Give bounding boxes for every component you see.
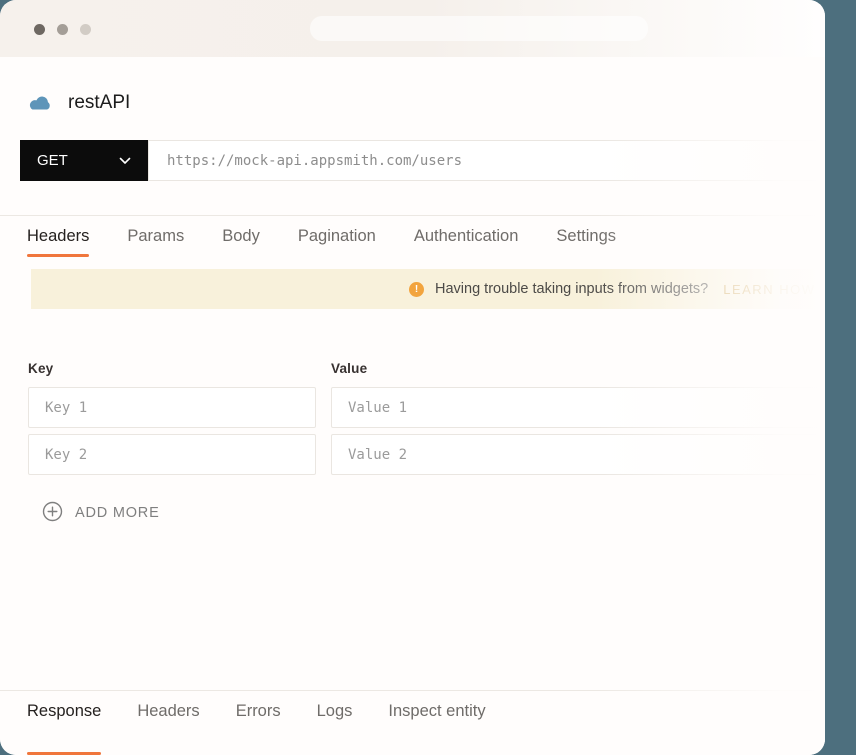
http-method-label: GET — [37, 152, 68, 169]
tab-authentication[interactable]: Authentication — [414, 227, 519, 257]
key-1-input[interactable] — [28, 387, 316, 428]
learn-how-link[interactable]: LEARN HOW — [723, 282, 815, 297]
banner-message: Having trouble taking inputs from widget… — [435, 281, 708, 297]
key-2-input[interactable] — [28, 434, 316, 475]
value-1-input[interactable] — [331, 387, 825, 428]
value-2-input[interactable] — [331, 434, 825, 475]
headers-key-value-section: Key Value — [28, 361, 825, 481]
api-url-input[interactable] — [148, 140, 825, 181]
address-bar-pill — [310, 16, 648, 41]
table-row — [28, 387, 825, 434]
add-more-button[interactable]: ADD MORE — [42, 501, 160, 525]
tab-logs[interactable]: Logs — [317, 702, 353, 755]
request-url-row: GET — [20, 140, 825, 181]
tab-pagination[interactable]: Pagination — [298, 227, 376, 257]
api-name-title: restAPI — [68, 92, 130, 114]
response-tabs: Response Headers Errors Logs Inspect ent… — [0, 690, 825, 755]
api-header: restAPI — [27, 91, 825, 115]
tab-response-headers[interactable]: Headers — [137, 702, 199, 755]
window-controls — [34, 24, 91, 35]
tab-params[interactable]: Params — [127, 227, 184, 257]
http-method-select[interactable]: GET — [20, 140, 148, 181]
warning-icon: ! — [409, 282, 424, 297]
tab-headers[interactable]: Headers — [27, 227, 89, 257]
chevron-down-icon — [119, 152, 131, 169]
window-minimize-button[interactable] — [57, 24, 68, 35]
key-column-header: Key — [28, 361, 316, 376]
window-maximize-button[interactable] — [80, 24, 91, 35]
api-editor-window: restAPI GET Headers Params Body Paginati… — [0, 0, 825, 755]
request-tabs: Headers Params Body Pagination Authentic… — [0, 215, 825, 257]
add-more-label: ADD MORE — [75, 505, 160, 521]
window-titlebar — [0, 0, 825, 57]
value-column-header: Value — [331, 361, 825, 376]
tab-errors[interactable]: Errors — [236, 702, 281, 755]
window-close-button[interactable] — [34, 24, 45, 35]
cloud-api-icon — [27, 94, 53, 112]
tab-response[interactable]: Response — [27, 702, 101, 755]
tab-inspect-entity[interactable]: Inspect entity — [388, 702, 485, 755]
tab-body[interactable]: Body — [222, 227, 260, 257]
table-row — [28, 434, 825, 481]
circle-plus-icon — [42, 501, 63, 525]
widgets-help-banner: ! Having trouble taking inputs from widg… — [31, 269, 825, 309]
tab-settings[interactable]: Settings — [556, 227, 616, 257]
